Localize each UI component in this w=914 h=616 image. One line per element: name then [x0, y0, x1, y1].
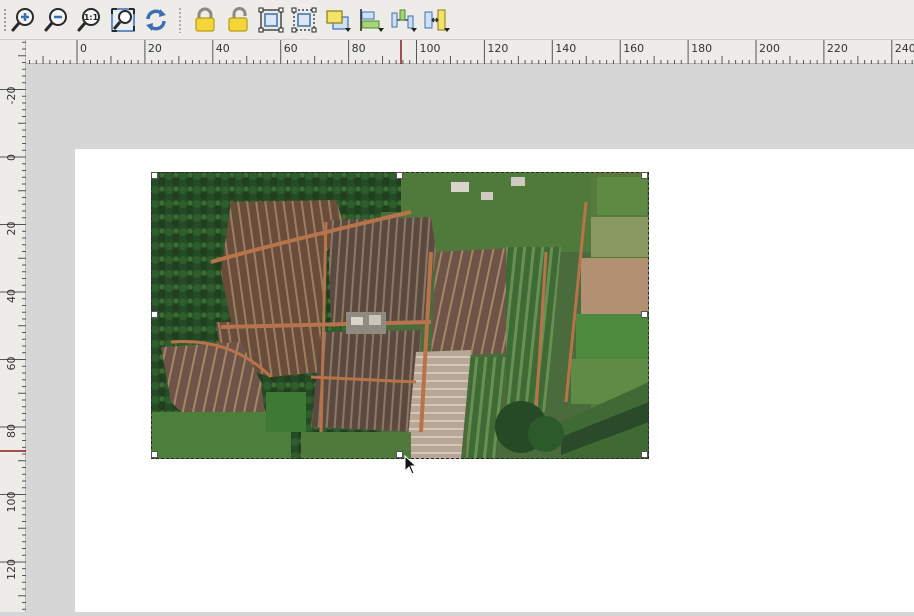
ruler-label: 60 — [5, 357, 18, 371]
ruler-label: 40 — [216, 42, 230, 55]
align-dropdown-arrow[interactable] — [378, 28, 384, 32]
zoom-actual-button[interactable]: 1:1 — [75, 6, 103, 34]
unlock-items-button[interactable] — [224, 6, 252, 34]
ruler-label: 120 — [487, 42, 508, 55]
zoom-out-icon — [44, 8, 67, 32]
resize-button[interactable] — [422, 6, 450, 34]
ungroup-items-button[interactable] — [290, 6, 318, 34]
ruler-label: 120 — [5, 559, 18, 580]
group-items-button[interactable] — [257, 6, 285, 34]
resize-handle-top[interactable] — [396, 172, 403, 179]
ruler-label: 60 — [284, 42, 298, 55]
ruler-label: 0 — [80, 42, 87, 55]
ruler-label: -20 — [5, 87, 18, 105]
mouse-pointer-icon — [404, 455, 418, 475]
ruler-label: 100 — [420, 42, 441, 55]
ruler-label: 220 — [827, 42, 848, 55]
resize-handle-left[interactable] — [151, 311, 158, 318]
ruler-label: 20 — [5, 222, 18, 236]
horizontal-ruler-scale: 0 20 40 60 80 100 120 140 160 180 200 220 240 — [28, 40, 914, 64]
lock-closed-icon — [195, 7, 215, 32]
refresh-button[interactable] — [142, 6, 170, 34]
ruler-label: 20 — [148, 42, 162, 55]
zoom-in-button[interactable] — [9, 6, 37, 34]
aerial-map-image — [151, 172, 649, 459]
toolbar-separator — [178, 7, 182, 33]
zoom-out-button[interactable] — [42, 6, 70, 34]
horizontal-ruler[interactable]: 0 20 40 60 80 100 120 140 160 180 200 220 240 — [26, 40, 914, 64]
vertical-ruler-scale: -20 0 20 40 60 80 100 120 — [0, 41, 26, 610]
raise-dropdown-arrow[interactable] — [345, 28, 351, 32]
lock-items-button[interactable] — [191, 6, 219, 34]
resize-handle-bottom[interactable] — [396, 451, 403, 458]
ruler-label: 140 — [555, 42, 576, 55]
resize-handle-top-left[interactable] — [151, 172, 158, 179]
group-icon — [258, 7, 284, 33]
distribute-button[interactable] — [389, 6, 417, 34]
zoom-full-button[interactable] — [109, 6, 137, 34]
ruler-label: 200 — [759, 42, 780, 55]
ruler-label: 0 — [5, 154, 18, 161]
ruler-label: 180 — [691, 42, 712, 55]
vertical-ruler[interactable]: -20 0 20 40 60 80 100 120 — [0, 40, 26, 612]
ruler-label: 40 — [5, 289, 18, 303]
ungroup-icon — [291, 7, 317, 33]
refresh-icon — [146, 9, 166, 31]
ruler-label: 80 — [352, 42, 366, 55]
resize-handle-top-right[interactable] — [641, 172, 648, 179]
resize-dropdown-arrow[interactable] — [444, 28, 450, 32]
map-item[interactable] — [151, 172, 649, 459]
composer-toolbar: 1:1 — [0, 0, 914, 40]
lock-open-icon — [228, 7, 248, 32]
toolbar-grip[interactable] — [3, 8, 7, 32]
zoom-actual-label: 1:1 — [84, 13, 99, 22]
zoom-actual-icon: 1:1 — [77, 8, 100, 32]
ruler-label: 160 — [623, 42, 644, 55]
align-left-button[interactable] — [356, 6, 384, 34]
resize-handle-bottom-left[interactable] — [151, 451, 158, 458]
zoom-full-icon — [111, 8, 135, 32]
ruler-label: 240 — [895, 42, 914, 55]
ruler-label: 100 — [5, 492, 18, 513]
resize-handle-right[interactable] — [641, 311, 648, 318]
ruler-label: 80 — [5, 424, 18, 438]
distribute-dropdown-arrow[interactable] — [411, 28, 417, 32]
raise-items-button[interactable] — [323, 6, 351, 34]
zoom-in-icon — [11, 8, 34, 32]
resize-handle-bottom-right[interactable] — [641, 451, 648, 458]
